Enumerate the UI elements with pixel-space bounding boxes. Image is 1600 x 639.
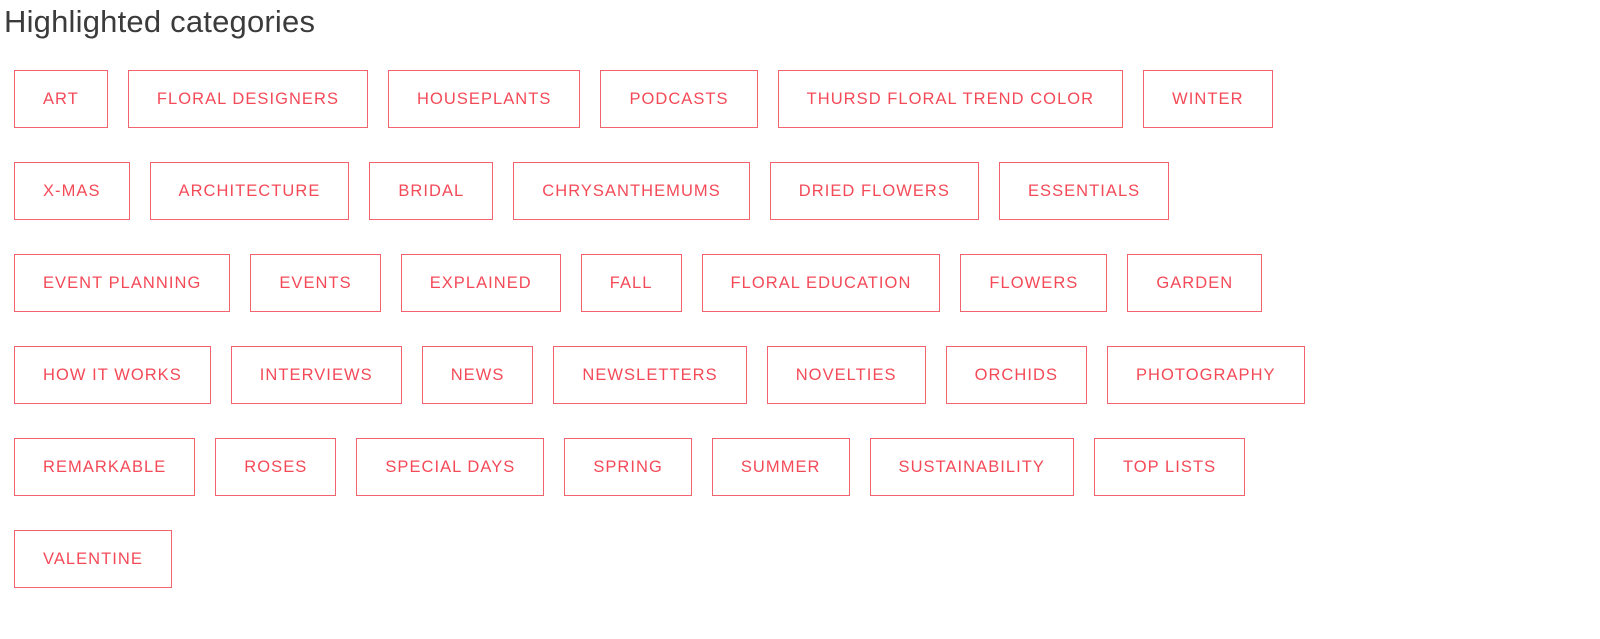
category-tag-remarkable[interactable]: REMARKABLE	[14, 438, 196, 496]
category-tag-thursd-floral-trend-color[interactable]: THURSD FLORAL TREND COLOR	[777, 70, 1124, 128]
category-tag-events[interactable]: EVENTS	[250, 254, 381, 312]
category-tag-special-days[interactable]: SPECIAL DAYS	[356, 438, 545, 496]
category-tag-newsletters[interactable]: NEWSLETTERS	[553, 346, 747, 404]
category-tag-floral-education[interactable]: FLORAL EDUCATION	[701, 254, 941, 312]
category-tag-roses[interactable]: ROSES	[215, 438, 337, 496]
category-tag-row: REMARKABLE ROSES SPECIAL DAYS SPRING SUMMER S…	[14, 438, 1600, 496]
category-tag-row: X-MAS ARCHITECTURE BRIDAL CHRYSANTHEMUMS DRI…	[14, 162, 1600, 220]
category-tag-interviews[interactable]: INTERVIEWS	[230, 346, 402, 404]
category-tag-row: VALENTINE	[14, 530, 1600, 588]
category-tag-bridal[interactable]: BRIDAL	[369, 162, 494, 220]
category-tag-dried-flowers[interactable]: DRIED FLOWERS	[769, 162, 979, 220]
category-tag-row: HOW IT WORKS INTERVIEWS NEWS NEWSLETTERS NOV…	[14, 346, 1600, 404]
category-tag-chrysanthemums[interactable]: CHRYSANTHEMUMS	[513, 162, 750, 220]
category-tag-row: EVENT PLANNING EVENTS EXPLAINED FALL FLORAL …	[14, 254, 1600, 312]
page-title: Highlighted categories	[4, 4, 316, 39]
category-tag-orchids[interactable]: ORCHIDS	[945, 346, 1087, 404]
category-tag-garden[interactable]: GARDEN	[1127, 254, 1263, 312]
category-tag-novelties[interactable]: NOVELTIES	[766, 346, 926, 404]
category-tag-podcasts[interactable]: PODCASTS	[600, 70, 758, 128]
category-tag-houseplants[interactable]: HOUSEPLANTS	[388, 70, 581, 128]
category-tag-art[interactable]: ART	[14, 70, 108, 128]
category-tag-photography[interactable]: PHOTOGRAPHY	[1107, 346, 1305, 404]
category-tag-row: ART FLORAL DESIGNERS HOUSEPLANTS PODCASTS TH…	[14, 70, 1600, 128]
category-tag-floral-designers[interactable]: FLORAL DESIGNERS	[127, 70, 369, 128]
category-tag-winter[interactable]: WINTER	[1143, 70, 1273, 128]
category-tag-flowers[interactable]: FLOWERS	[960, 254, 1108, 312]
category-tag-sustainability[interactable]: SUSTAINABILITY	[869, 438, 1074, 496]
category-tag-event-planning[interactable]: EVENT PLANNING	[14, 254, 231, 312]
category-tag-news[interactable]: NEWS	[421, 346, 534, 404]
category-tag-explained[interactable]: EXPLAINED	[400, 254, 561, 312]
category-tag-x-mas[interactable]: X-MAS	[14, 162, 130, 220]
category-tag-architecture[interactable]: ARCHITECTURE	[149, 162, 350, 220]
category-tag-essentials[interactable]: ESSENTIALS	[998, 162, 1170, 220]
category-tag-summer[interactable]: SUMMER	[711, 438, 850, 496]
category-tag-fall[interactable]: FALL	[580, 254, 682, 312]
category-tag-spring[interactable]: SPRING	[564, 438, 692, 496]
category-tag-cloud: ART FLORAL DESIGNERS HOUSEPLANTS PODCASTS TH…	[0, 70, 1600, 588]
category-tag-top-lists[interactable]: TOP LISTS	[1093, 438, 1246, 496]
category-tag-how-it-works[interactable]: HOW IT WORKS	[14, 346, 211, 404]
category-tag-valentine[interactable]: VALENTINE	[14, 530, 172, 588]
highlighted-categories-page: Highlighted categories ART FLORAL DESIGNE…	[0, 0, 1600, 639]
